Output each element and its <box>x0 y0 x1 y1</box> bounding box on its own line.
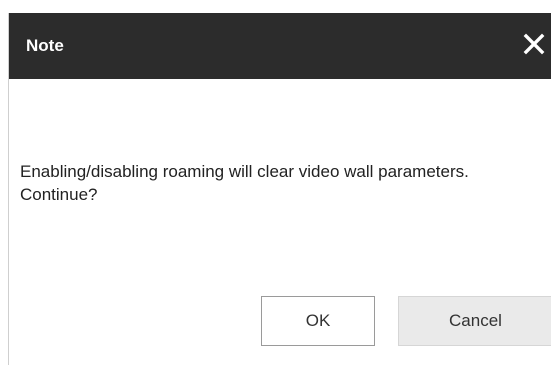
note-dialog: Note Enabling/disabling roaming will cle… <box>8 13 551 365</box>
dialog-title: Note <box>26 36 64 55</box>
cancel-button[interactable]: Cancel <box>398 296 551 346</box>
dialog-message: Enabling/disabling roaming will clear vi… <box>20 162 469 204</box>
ok-button[interactable]: OK <box>261 296 375 346</box>
close-icon[interactable] <box>521 31 547 57</box>
dialog-titlebar: Note <box>9 13 551 79</box>
